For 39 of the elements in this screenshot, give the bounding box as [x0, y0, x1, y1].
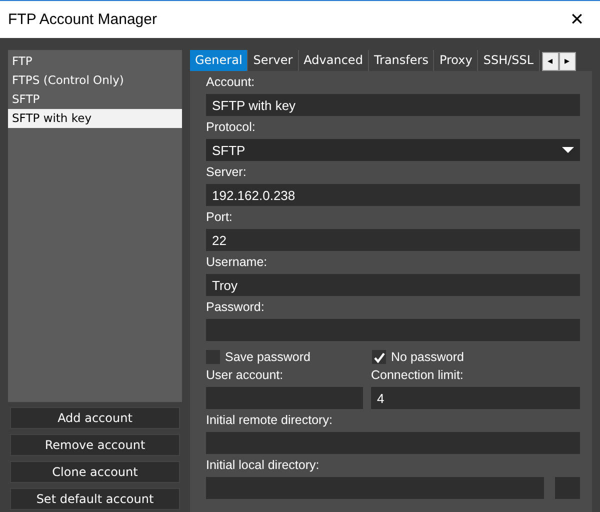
- checkbox-label: No password: [391, 350, 464, 364]
- window-title: FTP Account Manager: [7, 11, 157, 28]
- account-item[interactable]: SFTP with key: [8, 109, 182, 128]
- checkbox[interactable]: [372, 350, 386, 364]
- scroll-left-button[interactable]: ◂: [542, 52, 559, 71]
- account-button[interactable]: Add account: [10, 407, 180, 429]
- field-label: Initial remote directory:: [206, 412, 334, 429]
- input-field[interactable]: [206, 432, 580, 454]
- input-field[interactable]: 192.162.0.238: [206, 184, 580, 206]
- field-label: User account:: [206, 367, 284, 384]
- input-field[interactable]: [206, 477, 544, 499]
- checkbox-label: Save password: [225, 350, 310, 364]
- account-button[interactable]: Clone account: [10, 461, 180, 483]
- caret-icon: [562, 147, 574, 153]
- field-label: Protocol:: [206, 119, 256, 136]
- field-label: Account:: [206, 74, 256, 91]
- field-label: Server:: [206, 164, 248, 181]
- field-label: Port:: [206, 209, 234, 226]
- input-field[interactable]: 4: [371, 387, 580, 409]
- account-item[interactable]: FTPS (Control Only): [8, 71, 182, 90]
- input-field[interactable]: [206, 387, 363, 409]
- input-field[interactable]: 22: [206, 229, 580, 251]
- close-button[interactable]: ✕: [554, 1, 600, 38]
- input-field[interactable]: Troy: [206, 274, 580, 296]
- account-button[interactable]: Remove account: [10, 434, 180, 456]
- input-field[interactable]: [206, 319, 580, 341]
- field-label: Username:: [206, 254, 268, 271]
- account-item[interactable]: FTP: [8, 52, 182, 71]
- field-label: Initial local directory:: [206, 457, 320, 474]
- checkbox[interactable]: [206, 350, 220, 364]
- protocol-dropdown[interactable]: SFTP: [206, 139, 580, 161]
- field-label: Password:: [206, 299, 266, 316]
- account-item[interactable]: SFTP: [8, 90, 182, 109]
- input-field[interactable]: SFTP with key: [206, 94, 580, 116]
- scroll-right-button[interactable]: ▸: [558, 52, 576, 71]
- tab[interactable]: General: [190, 50, 248, 71]
- field-label: Connection limit:: [371, 367, 464, 384]
- account-button[interactable]: Set default account: [10, 488, 180, 510]
- browse-button[interactable]: [555, 477, 580, 499]
